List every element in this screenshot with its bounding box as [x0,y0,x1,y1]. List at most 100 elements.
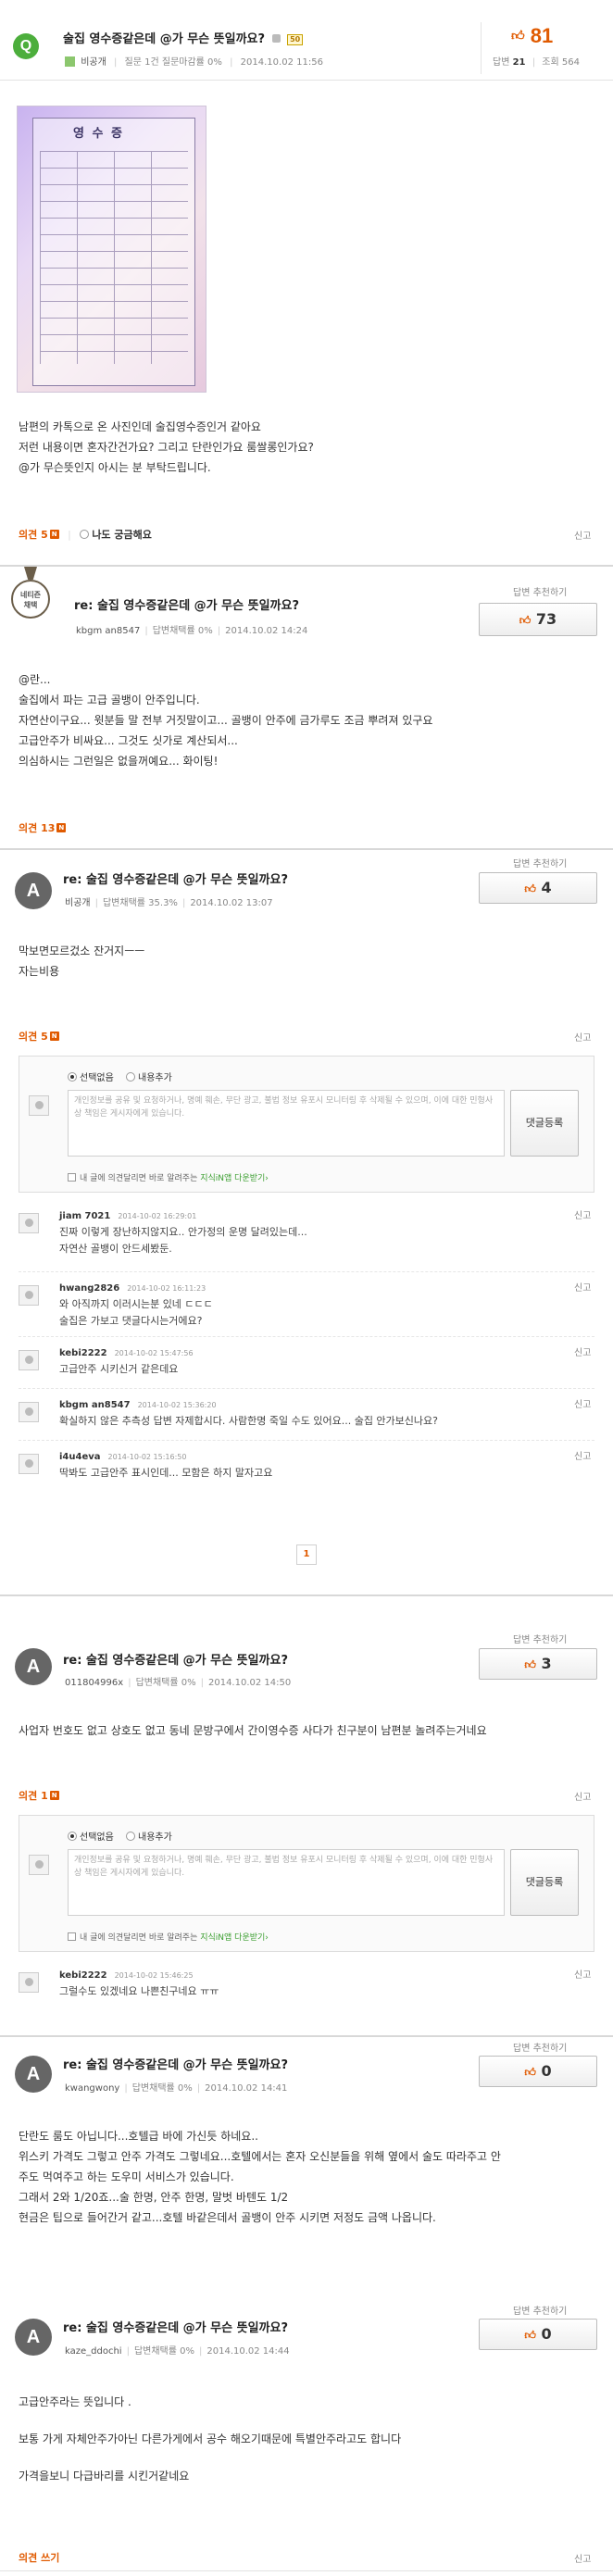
answer-author[interactable]: kaze_ddochi [65,2346,122,2357]
comment-report-link[interactable]: 신고 [574,1448,591,1462]
app-download-link[interactable]: 지식iN앱 다운받기 [200,1933,265,1943]
comment-time: 2014-10-02 15:36:20 [137,1401,217,1409]
comment-text: 확실하지 않은 추측성 답변 자제합시다. 사람한명 죽일 수도 있어요... … [59,1415,438,1427]
radio-add-label: 내용추가 [138,1073,172,1083]
comment-report-link[interactable]: 신고 [574,1396,591,1410]
question-actions: 의견 5N | 나도 궁금해요 [19,529,152,541]
radio-none[interactable]: 선택없음 [68,1072,114,1083]
comment-author[interactable]: kbgm an8547 [59,1400,131,1410]
question-likes[interactable]: 👍︎ 81 [511,24,553,48]
chevron-right-icon: › [265,1933,269,1943]
comment-author[interactable]: kebi2222 [59,1348,107,1358]
question-date: 2014.10.02 11:56 [240,57,323,68]
commenter-avatar-icon [29,1855,49,1875]
comment-time: 2014-10-02 15:46:25 [114,1971,194,1980]
comment-author[interactable]: i4u4eva [59,1452,101,1462]
comment-report-link[interactable]: 신고 [574,1280,591,1294]
page: Q 술집 영수증같은데 @가 무슨 뜻일까요? 50 비공개 | 질문 1건 질… [0,0,613,2576]
new-badge-icon: N [49,530,59,539]
answer-author[interactable]: kwangwony [65,2083,119,2094]
answer-meta: 비공개 | 답변채택률 35.3% | 2014.10.02 13:07 [65,898,273,908]
question-opinion-link[interactable]: 의견 5N [19,529,59,541]
question-title: 술집 영수증같은데 @가 무슨 뜻일까요? 50 [63,29,304,46]
recommend-count: 0 [541,2325,552,2343]
answer-opinion-link[interactable]: 의견 5N [19,1029,59,1044]
recommend-button[interactable]: 👍︎ 73 [479,603,597,636]
question-title-text: 술집 영수증같은데 @가 무슨 뜻일까요? [63,32,266,46]
comment-item: kebi2222 2014-10-02 15:46:25 그럴수도 있겠네요 나쁜… [19,1967,594,2015]
radio-add[interactable]: 내용추가 [126,1072,172,1083]
receipt-grid [40,151,188,364]
question-counts: 답변 21 | 조회 564 [493,57,580,68]
checkbox-icon[interactable] [68,1932,76,1941]
comment-submit-button[interactable]: 댓글등록 [510,1090,579,1157]
comment-textarea[interactable]: 개인정보를 공유 및 요청하거나, 명예 훼손, 무단 광고, 불법 정보 유포… [68,1849,505,1916]
radio-add[interactable]: 내용추가 [126,1832,172,1843]
answer-body-line: 막보면모르겄소 잔거지ㅡㅡ [19,944,145,957]
radio-icon [68,1072,77,1082]
recommend-button[interactable]: 👍︎ 0 [479,2319,597,2350]
answer-body-line: 보통 가게 자체안주가아닌 다른가게에서 공수 해오기때문에 특별안주라고도 합… [19,2432,402,2445]
thumb-up-icon: 👍︎ [524,2329,536,2342]
comment-textarea[interactable]: 개인정보를 공유 및 요청하거나, 명예 훼손, 무단 광고, 불법 정보 유포… [68,1090,505,1157]
answer-rate: 답변채택률 0% [135,1678,196,1688]
app-download-link[interactable]: 지식iN앱 다운받기 [200,1174,265,1183]
divider [0,80,613,81]
comment-avatar-icon [19,1454,39,1474]
comment-avatar-icon [19,1972,39,1993]
radio-none[interactable]: 선택없음 [68,1832,114,1843]
answer-title: re: 술집 영수증같은데 @가 무슨 뜻일까요? [63,873,288,887]
recommend-label: 답변 추천하기 [513,2307,568,2317]
radio-icon [68,1832,77,1841]
answer-title: re: 술집 영수증같은데 @가 무슨 뜻일까요? [63,2058,288,2072]
comment-text: 그럴수도 있겠네요 나쁜친구네요 ㅠㅠ [59,1985,219,1997]
recommend-button[interactable]: 👍︎ 3 [479,1648,597,1680]
medal-ribbon-icon [24,567,37,580]
answer-author[interactable]: kbgm an8547 [76,626,140,636]
checkbox-icon[interactable] [68,1173,76,1182]
comment-type-options: 선택없음 내용추가 [68,1069,172,1083]
comment-author[interactable]: hwang2826 [59,1283,119,1294]
receipt-image[interactable]: 영 수 증 [17,106,206,393]
answer-meta: kwangwony | 답변채택률 0% | 2014.10.02 14:41 [65,2083,288,2094]
new-badge-icon: N [56,823,67,832]
comment-submit-button[interactable]: 댓글등록 [510,1849,579,1916]
comment-report-link[interactable]: 신고 [574,1967,591,1981]
comment-author[interactable]: jiam 7021 [59,1211,110,1221]
question-report-link[interactable]: 신고 [574,528,591,542]
page-1-button[interactable]: 1 [296,1544,317,1565]
comment-avatar-icon [19,1402,39,1422]
comment-item: kebi2222 2014-10-02 15:47:56 고급안주 시키신거 같은… [19,1337,594,1389]
answer-date: 2014.10.02 14:41 [205,2083,288,2094]
answer-date: 2014.10.02 13:07 [190,898,273,908]
answer-report-link[interactable]: 신고 [574,1789,591,1803]
question-author[interactable]: 비공개 [81,57,106,68]
answer-date: 2014.10.02 14:24 [225,626,308,636]
comment-author[interactable]: kebi2222 [59,1970,107,1981]
answer-body-line: @란... [19,673,51,686]
curious-button[interactable]: 나도 궁금해요 [80,529,152,541]
comment-type-options: 선택없음 내용추가 [68,1829,172,1843]
answer-meta: kaze_ddochi | 답변채택률 0% | 2014.10.02 14:44 [65,2346,290,2357]
answer-avatar: A [15,1648,52,1685]
answer-opinion-link[interactable]: 의견 쓰기 [19,2550,59,2565]
curious-label: 나도 궁금해요 [92,529,152,541]
avatar-line: 네티즌 [19,591,42,599]
radio-icon [126,1072,135,1082]
recommend-button[interactable]: 👍︎ 4 [479,872,597,904]
comment-form: 선택없음 내용추가 개인정보를 공유 및 요청하거나, 명예 훼손, 무단 광고… [19,1056,594,1193]
answer-report-link[interactable]: 신고 [574,2551,591,2565]
answer-author[interactable]: 011804996x [65,1678,123,1688]
answer-opinion-link[interactable]: 의견 1N [19,1788,59,1803]
comment-form: 선택없음 내용추가 개인정보를 공유 및 요청하거나, 명예 훼손, 무단 광고… [19,1815,594,1952]
comment-avatar-icon [19,1350,39,1370]
answer-opinion-link[interactable]: 의견 13 N [19,820,67,835]
answer-author[interactable]: 비공개 [65,898,91,908]
answer-report-link[interactable]: 신고 [574,1030,591,1044]
comment-list: jiam 7021 2014-10-02 16:29:01 진짜 이렇게 장난하지… [19,1207,594,1493]
recommend-button[interactable]: 👍︎ 0 [479,2056,597,2087]
comment-report-link[interactable]: 신고 [574,1344,591,1358]
question-stats: 질문 1건 질문마감률 0% [124,57,222,68]
comment-report-link[interactable]: 신고 [574,1207,591,1221]
divider [0,2035,613,2037]
